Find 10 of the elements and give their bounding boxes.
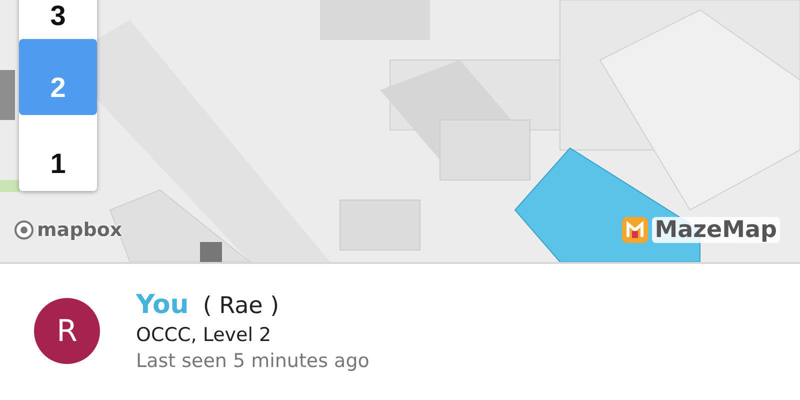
user-nickname: ( Rae ) [202,293,280,319]
avatar: R [34,298,100,364]
floor-button[interactable]: 3 [19,0,97,39]
floor-button[interactable]: 1 [19,115,97,191]
user-name: You [136,290,189,320]
logo-text: MazeMap [652,217,780,243]
logo-text: mapbox [37,219,122,241]
last-seen-text: Last seen 5 minutes ago [136,350,370,372]
location-text: OCCC, Level 2 [136,324,272,346]
mazemap-icon [620,216,649,244]
